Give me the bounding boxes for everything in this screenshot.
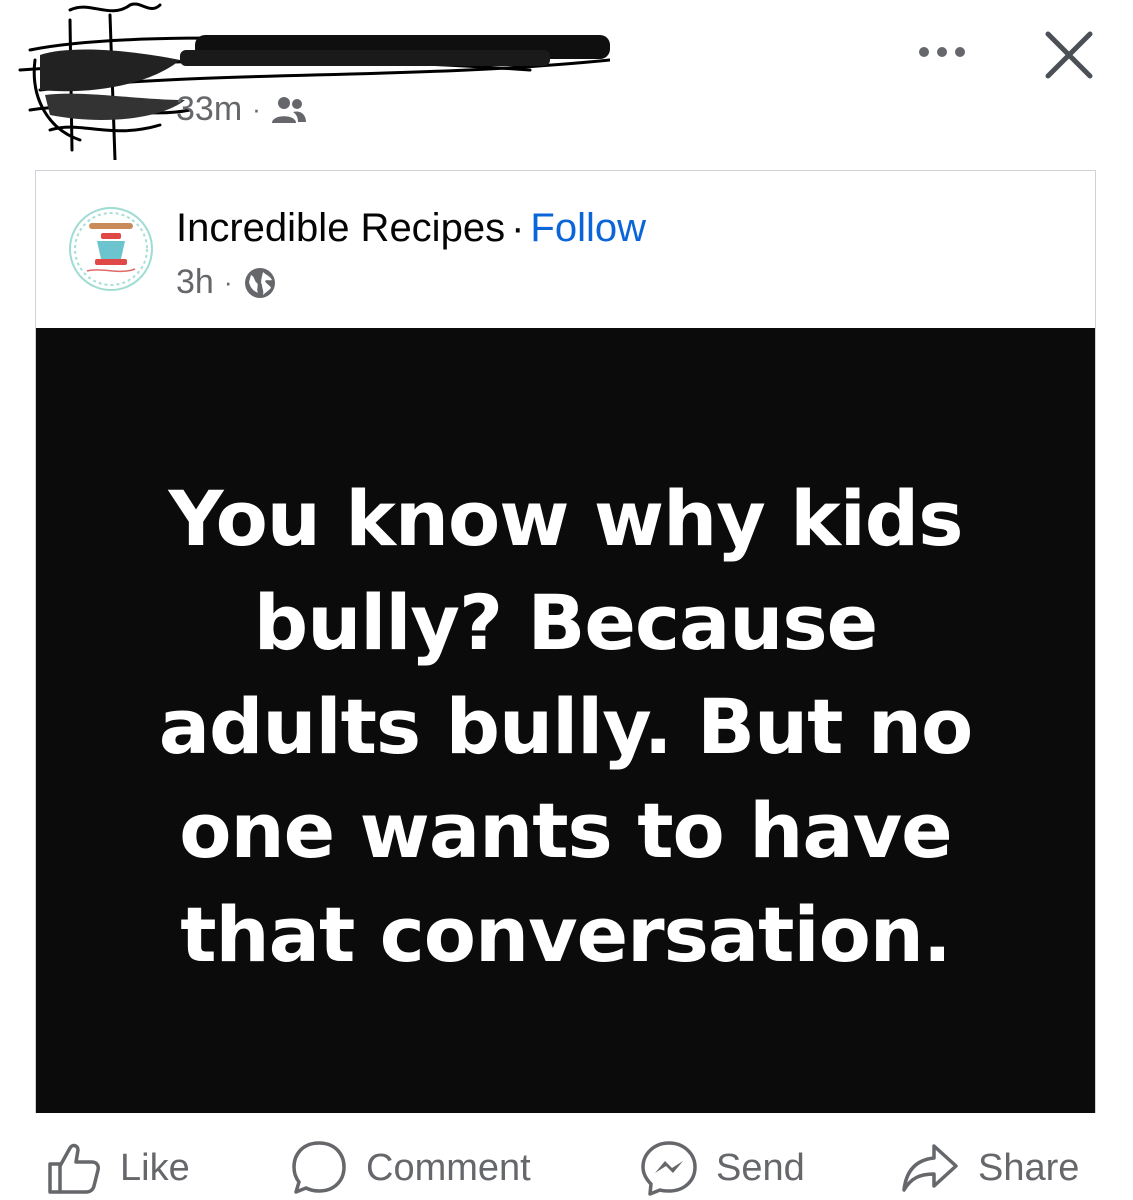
comment-label: Comment [366, 1146, 531, 1189]
post-action-bar: Like Comment Send Share [0, 1130, 1133, 1200]
meta-separator: · [252, 94, 261, 124]
title-separator: · [511, 206, 525, 250]
send-button[interactable]: Send [640, 1138, 805, 1198]
friends-icon [271, 96, 306, 123]
redacted-author-scribble [18, 2, 610, 160]
comment-button[interactable]: Comment [290, 1138, 531, 1198]
more-options-icon[interactable] [908, 30, 976, 74]
outer-post-header: 33m · [0, 0, 1133, 165]
close-icon[interactable] [1040, 26, 1098, 84]
messenger-icon [641, 1141, 697, 1196]
page-title-row: Incredible Recipes · Follow [176, 204, 646, 252]
outer-post-timestamp: 33m [176, 90, 243, 128]
outer-post-meta: 33m · [176, 90, 307, 129]
page-name-link[interactable]: Incredible Recipes [176, 206, 505, 250]
shared-post-header: Incredible Recipes · Follow 3h · [36, 171, 1095, 329]
comment-icon [292, 1141, 346, 1194]
shared-post-card: Incredible Recipes · Follow 3h · You know … [35, 170, 1096, 1113]
share-label: Share [978, 1146, 1080, 1189]
like-button[interactable]: Like [46, 1138, 190, 1198]
globe-icon [244, 267, 275, 298]
shared-post-timestamp[interactable]: 3h [176, 263, 214, 302]
post-quote-text: You know why kids bully? Because adults … [158, 473, 974, 979]
share-icon [902, 1144, 958, 1192]
send-label: Send [716, 1146, 805, 1189]
more-dot [955, 47, 965, 57]
like-label: Like [120, 1146, 190, 1189]
meta-separator: · [223, 267, 233, 297]
page-avatar[interactable] [69, 207, 153, 291]
follow-button[interactable]: Follow [530, 206, 646, 250]
share-button[interactable]: Share [900, 1138, 1079, 1198]
more-dot [937, 47, 947, 57]
more-dot [919, 47, 929, 57]
like-icon [48, 1143, 100, 1194]
shared-post-meta: 3h · [176, 263, 277, 302]
mixer-logo-icon [74, 212, 148, 286]
post-image[interactable]: You know why kids bully? Because adults … [36, 328, 1095, 1113]
